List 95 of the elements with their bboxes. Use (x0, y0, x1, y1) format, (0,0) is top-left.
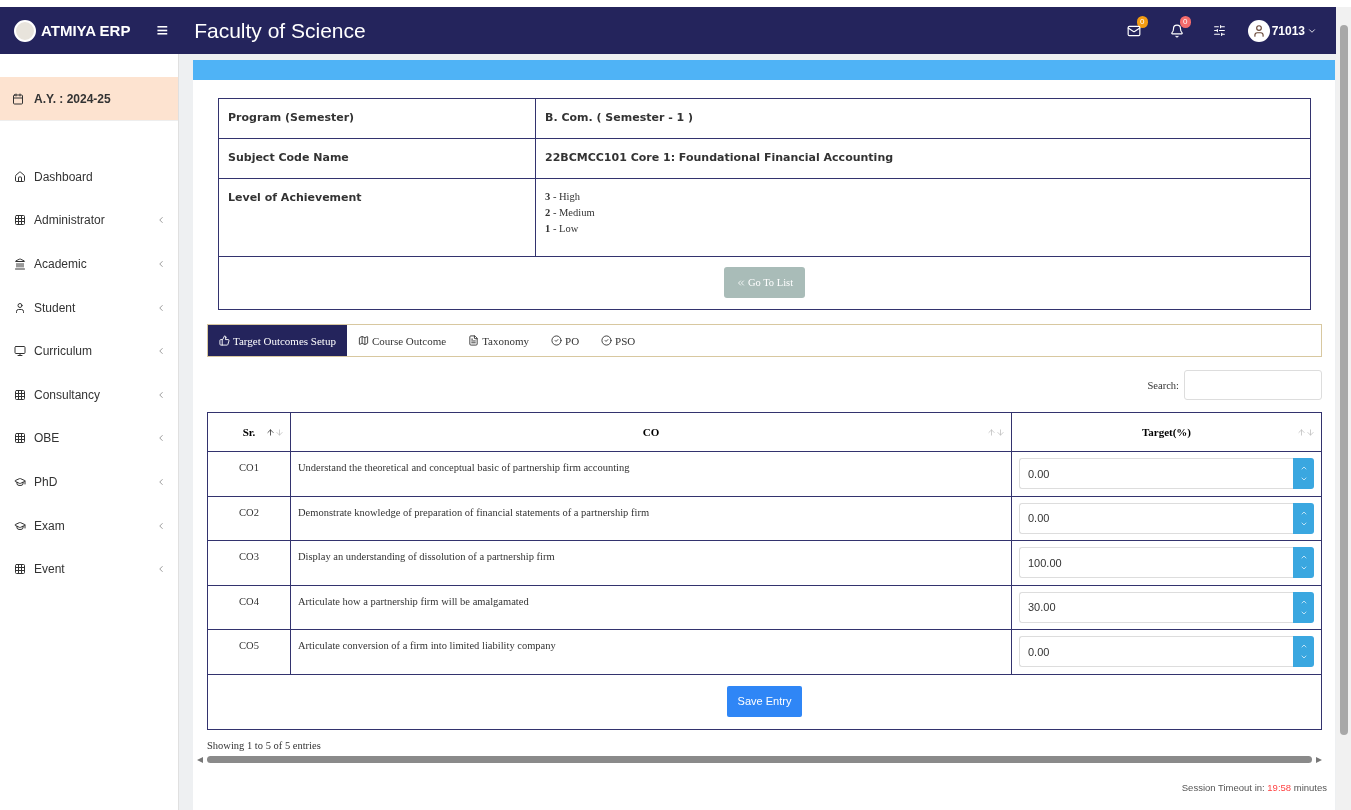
chevron-icon (156, 346, 166, 357)
column-header[interactable]: Sr. (208, 413, 290, 451)
entries-info: Showing 1 to 5 of 5 entries (207, 739, 322, 751)
level-text: 1 - Low (545, 223, 580, 234)
check-circle-icon (601, 335, 613, 346)
page-title: Faculty of Science (194, 18, 366, 43)
bank-icon (14, 258, 26, 270)
column-header[interactable]: CO (290, 413, 1011, 451)
table-cell: Articulate how a partnership firm will be amalgamated (290, 585, 1011, 629)
sort-icon (1297, 427, 1315, 437)
notification-button[interactable] (1169, 23, 1184, 38)
spinner-buttons[interactable] (1293, 636, 1314, 668)
table-cell-text: CO3 (238, 550, 260, 564)
info-label: Level of Achievement (227, 190, 363, 206)
sidebar-item[interactable]: Academic (0, 242, 178, 286)
table-cell-text: CO5 (238, 639, 260, 653)
sort-icon (266, 427, 284, 437)
calendar-icon (12, 92, 24, 105)
search-label: Search: (1147, 379, 1179, 391)
monitor-icon (14, 345, 26, 358)
spinner-buttons[interactable] (1293, 547, 1314, 579)
chevron-icon (156, 302, 166, 313)
sidebar-item[interactable]: Student (0, 285, 178, 330)
sidebar-item[interactable]: PhD (0, 460, 178, 504)
user-icon (14, 301, 26, 314)
home-icon (14, 170, 26, 183)
tab[interactable]: PSO (590, 325, 647, 356)
tab[interactable]: Taxonomy (457, 325, 541, 356)
logo-icon (14, 19, 36, 42)
number-field[interactable]: 30.00 (1019, 591, 1293, 623)
chevron-icon (156, 389, 166, 400)
number-field[interactable]: 100.00 (1019, 547, 1293, 579)
check-circle-icon (551, 335, 563, 346)
mail-count: 0 (1136, 15, 1148, 28)
chevron-icon (156, 564, 166, 575)
sidebar-item[interactable]: OBE (0, 416, 178, 461)
column-header[interactable]: Target(%) (1011, 413, 1321, 451)
chevron-icon (156, 476, 166, 487)
level-text: 3 - High (545, 191, 581, 202)
left-arrow-icon (197, 756, 203, 763)
sidebar-item[interactable]: Administrator (0, 198, 178, 243)
table-cell: Display an understanding of dissolution of a partnership firm (290, 541, 1011, 585)
sort-icon (987, 427, 1005, 437)
grid-icon (14, 214, 26, 227)
sidebar-item[interactable]: Exam (0, 503, 178, 548)
settings-button[interactable] (1212, 24, 1226, 37)
number-field[interactable]: 0.00 (1019, 502, 1293, 534)
chevron-icon (156, 215, 166, 226)
notification-count: 0 (1179, 15, 1191, 28)
thumbs-up-icon (219, 335, 230, 346)
table-cell: Understand the theoretical and conceptual basic of partnership firm accounting (290, 452, 1011, 496)
graduation-cap-icon (14, 475, 26, 488)
grid-icon (14, 432, 26, 445)
spinner-buttons[interactable] (1293, 502, 1314, 534)
number-field[interactable]: 0.00 (1019, 636, 1293, 668)
info-label: Program (Semester) (227, 110, 356, 126)
info-value: 22BCMCC101 Core 1: Foundational Financial Accounting (535, 139, 1310, 178)
session-timeout: Session Timeout in: 19:58 minutes (1181, 782, 1327, 793)
search-field[interactable] (1184, 370, 1322, 400)
horizontal-scrollbar[interactable] (197, 754, 1322, 765)
user-menu[interactable]: 71013 (1247, 19, 1317, 42)
avatar-icon (1247, 19, 1270, 42)
table-cell: Demonstrate knowledge of preparation of financial statements of a partnership firm (290, 496, 1011, 540)
sidebar-item[interactable]: Curriculum (0, 329, 178, 373)
sidebar-item[interactable]: Event (0, 547, 178, 591)
spinner-buttons[interactable] (1293, 591, 1314, 623)
academic-year-text: A.Y. : 2024-25 (34, 91, 111, 106)
grid-icon (14, 388, 26, 401)
chevron-icon (156, 433, 166, 444)
table-cell-text: CO1 (238, 461, 260, 475)
file-icon (468, 335, 480, 346)
spinner-buttons[interactable] (1293, 458, 1314, 490)
table-cell: Articulate conversion of a firm into limited liability company (290, 630, 1011, 674)
level-text: 2 - Medium (545, 207, 596, 218)
number-field[interactable]: 0.00 (1019, 458, 1293, 490)
info-value: B. Com. ( Semester - 1 ) (535, 99, 1310, 138)
menu-button[interactable]: ≡ (156, 19, 169, 42)
save-button[interactable]: Save Entry (726, 685, 803, 717)
tab[interactable]: Target Outcomes Setup (208, 325, 347, 356)
mail-button[interactable] (1126, 23, 1141, 38)
graduation-cap-icon (14, 519, 26, 532)
right-arrow-icon (1316, 756, 1322, 763)
chevron-icon (156, 259, 166, 269)
grid-icon (14, 563, 26, 576)
double-chevron-icon (735, 277, 746, 288)
sidebar-item[interactable]: Dashboard (0, 155, 178, 199)
map-icon (357, 335, 369, 346)
info-label: Subject Code Name (227, 150, 350, 166)
brand-name: ATMIYA ERP (41, 22, 131, 39)
tab[interactable]: Course Outcome (346, 325, 458, 356)
tab[interactable]: PO (540, 325, 591, 356)
table-cell-text: CO2 (238, 505, 260, 520)
chevron-icon (156, 520, 166, 531)
sidebar-item[interactable]: Consultancy (0, 372, 178, 417)
table-cell-text: CO4 (238, 594, 260, 609)
